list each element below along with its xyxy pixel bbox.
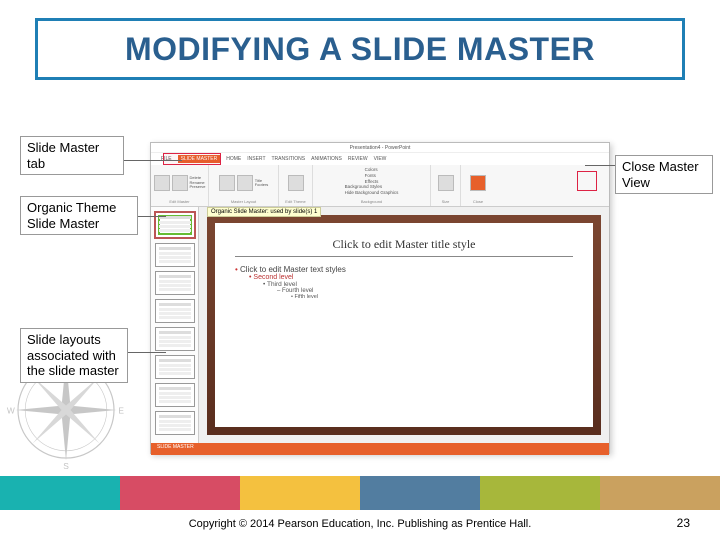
layout-thumbnail[interactable] (155, 327, 195, 351)
bullet-level-2[interactable]: Second level (249, 274, 573, 281)
callout-line (128, 352, 166, 353)
insert-placeholder-icon[interactable] (237, 175, 253, 191)
ribbon-group-edit-master: DeleteRenamePreserve Edit Master (151, 165, 209, 206)
master-title-placeholder[interactable]: Click to edit Master title style (235, 237, 573, 257)
layout-thumbnail[interactable] (155, 355, 195, 379)
status-bar: SLIDE MASTER (151, 443, 609, 455)
powerpoint-screenshot: Presentation4 - PowerPoint FILE SLIDE MA… (150, 142, 610, 454)
app-titlebar: Presentation4 - PowerPoint (151, 143, 609, 153)
tab-transitions[interactable]: TRANSITIONS (272, 156, 306, 162)
master-tooltip: Organic Slide Master: used by slide(s) 1 (207, 207, 321, 217)
color-block (480, 476, 600, 510)
editor-body: Organic Slide Master: used by slide(s) 1… (151, 207, 609, 443)
insert-layout-icon[interactable] (172, 175, 188, 191)
layout-thumbnail[interactable] (155, 243, 195, 267)
callout-line (585, 165, 615, 166)
ribbon-group-background: Colors Fonts Effects Background Styles H… (313, 165, 431, 206)
layout-thumbnail[interactable] (155, 271, 195, 295)
hide-bg-checkbox[interactable]: Hide Background Graphics (345, 190, 399, 195)
callout-line (124, 160, 182, 161)
ribbon-group-close: Close (461, 165, 495, 206)
bullet-level-1[interactable]: Click to edit Master text styles (235, 265, 573, 274)
bullet-level-5[interactable]: Fifth level (291, 294, 573, 300)
ribbon-group-edit-theme: Edit Theme (279, 165, 313, 206)
highlight-slide-master-tab (163, 153, 221, 165)
slide-canvas: Organic Slide Master: used by slide(s) 1… (199, 207, 609, 443)
ribbon: DeleteRenamePreserve Edit Master TitleFo… (151, 165, 609, 207)
ribbon-group-master-layout: TitleFooters Master Layout (209, 165, 279, 206)
insert-slide-master-icon[interactable] (154, 175, 170, 191)
fonts-button[interactable]: Fonts (365, 173, 376, 178)
footer-color-strip (0, 476, 720, 510)
highlight-close-button (577, 171, 597, 191)
master-layout-icon[interactable] (219, 175, 235, 191)
ribbon-group-size: Size (431, 165, 461, 206)
svg-text:S: S (63, 461, 69, 470)
tab-review[interactable]: REVIEW (348, 156, 368, 162)
tab-insert[interactable]: INSERT (247, 156, 265, 162)
themes-icon[interactable] (288, 175, 304, 191)
page-number: 23 (677, 516, 690, 530)
slide-thumbnail-pane (151, 207, 199, 443)
slide-title: MODIFYING A SLIDE MASTER (125, 31, 595, 68)
layout-thumbnail[interactable] (155, 411, 195, 435)
close-master-view-button[interactable] (470, 175, 486, 191)
callout-slide-layouts: Slide layouts associated with the slide … (20, 328, 128, 383)
bg-styles-button[interactable]: Background Styles (345, 184, 383, 189)
color-block (360, 476, 480, 510)
tab-animations[interactable]: ANIMATIONS (311, 156, 342, 162)
slide-master-page: Click to edit Master title style Click t… (207, 215, 601, 435)
slide-title-box: MODIFYING A SLIDE MASTER (35, 18, 685, 80)
layout-thumbnail[interactable] (155, 299, 195, 323)
color-block (120, 476, 240, 510)
svg-text:E: E (118, 406, 124, 416)
callout-close-master-view: Close Master View (615, 155, 713, 194)
color-block (600, 476, 720, 510)
slide-size-icon[interactable] (438, 175, 454, 191)
svg-text:W: W (7, 406, 15, 416)
color-block (240, 476, 360, 510)
callout-slide-master-tab: Slide Master tab (20, 136, 124, 175)
layout-thumbnail[interactable] (155, 383, 195, 407)
tab-home[interactable]: HOME (226, 156, 241, 162)
color-block (0, 476, 120, 510)
tab-view[interactable]: VIEW (374, 156, 387, 162)
callout-organic-theme: Organic Theme Slide Master (20, 196, 138, 235)
bullet-level-3[interactable]: Third level (263, 281, 573, 288)
callout-line (138, 216, 166, 217)
copyright-footer: Copyright © 2014 Pearson Education, Inc.… (0, 518, 720, 530)
colors-button[interactable]: Colors (365, 167, 378, 172)
